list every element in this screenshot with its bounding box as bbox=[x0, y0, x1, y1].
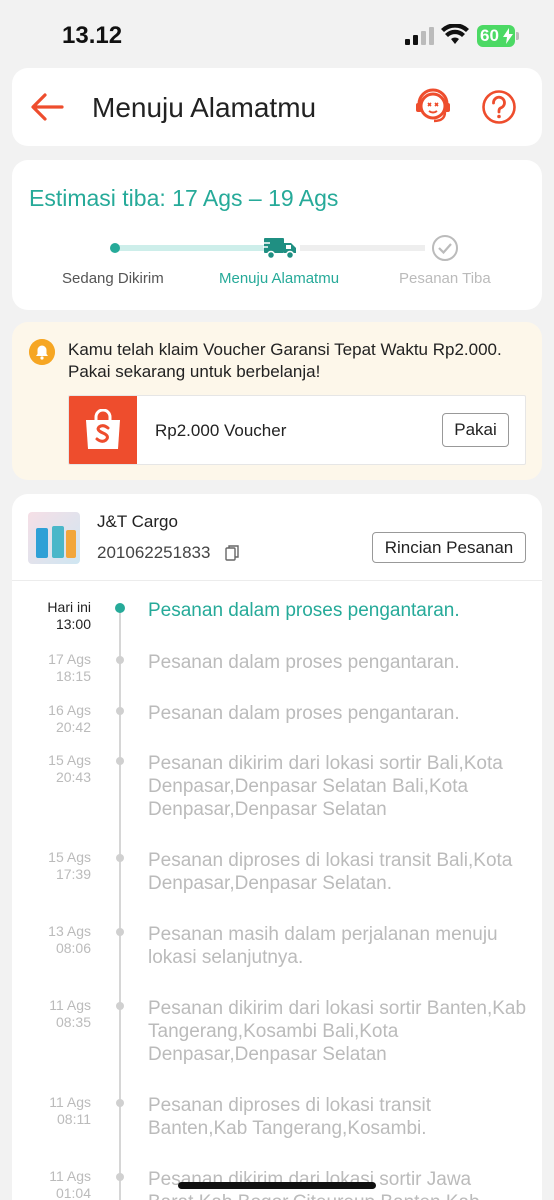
event-description: Pesanan diproses di lokasi transit Bante… bbox=[148, 1095, 432, 1139]
event-date: 11 Ags 08:35 bbox=[49, 997, 91, 1030]
event-description: Pesanan dalam proses pengantaran. bbox=[148, 652, 460, 673]
event-date: 17 Ags 18:15 bbox=[48, 651, 91, 684]
help-icon[interactable] bbox=[481, 89, 517, 125]
status-bar: 13.12 60 bbox=[0, 0, 554, 64]
event-dot bbox=[116, 1099, 124, 1107]
home-indicator[interactable] bbox=[178, 1182, 376, 1189]
event-date: 15 Ags 17:39 bbox=[48, 849, 91, 882]
event-dot bbox=[116, 928, 124, 936]
event-dot bbox=[116, 854, 124, 862]
voucher-ticket: Rp2.000 Voucher Pakai bbox=[68, 395, 526, 465]
step-label-shipped: Sedang Dikirim bbox=[62, 270, 164, 287]
event-date: 15 Ags 20:43 bbox=[48, 752, 91, 785]
arrival-check-icon bbox=[432, 235, 458, 261]
page-title: Menuju Alamatmu bbox=[92, 92, 317, 123]
step-label-arrived: Pesanan Tiba bbox=[399, 270, 491, 287]
cellular-signal-icon bbox=[405, 27, 435, 45]
customer-service-icon[interactable] bbox=[414, 88, 452, 126]
courier-name: J&T Cargo bbox=[97, 512, 178, 531]
event-dot bbox=[116, 1173, 124, 1181]
battery-icon: 60 bbox=[477, 25, 519, 47]
event-dot bbox=[116, 707, 124, 715]
status-time: 13.12 bbox=[62, 22, 123, 49]
progress-dot bbox=[110, 243, 120, 253]
voucher-message: Kamu telah klaim Voucher Garansi Tepat W… bbox=[68, 340, 502, 381]
progress-line-done bbox=[115, 245, 265, 251]
event-dot bbox=[116, 656, 124, 664]
tracking-number: 201062251833 bbox=[97, 543, 211, 562]
timeline-line bbox=[119, 606, 121, 1200]
back-arrow-icon[interactable] bbox=[30, 92, 64, 122]
use-voucher-button[interactable]: Pakai bbox=[442, 413, 509, 447]
voucher-card: Kamu telah klaim Voucher Garansi Tepat W… bbox=[12, 322, 542, 480]
truck-icon bbox=[263, 238, 296, 260]
event-date: 13 Ags 08:06 bbox=[48, 923, 91, 956]
battery-level: 60 bbox=[480, 26, 499, 45]
event-date: 11 Ags 08:11 bbox=[49, 1094, 91, 1127]
event-date: 11 Ags 01:04 bbox=[49, 1168, 91, 1200]
tracking-card: J&T Cargo 201062251833 Rincian Pesanan H… bbox=[12, 494, 542, 1200]
event-date: Hari ini 13:00 bbox=[47, 599, 91, 632]
event-description: Pesanan dalam proses pengantaran. bbox=[148, 600, 460, 621]
divider bbox=[12, 580, 542, 581]
copy-icon[interactable] bbox=[225, 545, 239, 561]
progress-line-pending bbox=[300, 245, 425, 251]
step-label-en-route: Menuju Alamatmu bbox=[219, 270, 340, 287]
eta-text: Estimasi tiba: 17 Ags – 19 Ags bbox=[29, 185, 339, 211]
event-dot bbox=[116, 1002, 124, 1010]
event-description: Pesanan dikirim dari lokasi sortir Bante… bbox=[148, 998, 527, 1065]
voucher-stub bbox=[69, 396, 137, 464]
order-details-button[interactable]: Rincian Pesanan bbox=[372, 532, 526, 563]
event-dot bbox=[116, 757, 124, 765]
eta-card: Estimasi tiba: 17 Ags – 19 Ags Sedang Di… bbox=[12, 160, 542, 310]
event-dot bbox=[115, 603, 125, 613]
event-description: Pesanan diproses di lokasi transit Bali,… bbox=[148, 850, 513, 894]
voucher-name: Rp2.000 Voucher bbox=[155, 421, 287, 440]
event-date: 16 Ags 20:42 bbox=[48, 702, 91, 735]
wifi-icon bbox=[441, 24, 469, 44]
bell-icon bbox=[29, 339, 55, 365]
page-header: Menuju Alamatmu bbox=[12, 68, 542, 146]
charging-icon bbox=[503, 28, 513, 44]
event-description: Pesanan masih dalam perjalanan menuju lo… bbox=[148, 924, 498, 968]
product-thumbnail[interactable] bbox=[28, 512, 80, 564]
event-description: Pesanan dalam proses pengantaran. bbox=[148, 703, 460, 724]
delivery-progress: Sedang Dikirim Menuju Alamatmu Pesanan T… bbox=[12, 232, 542, 292]
shopee-bag-icon bbox=[86, 409, 120, 449]
event-description: Pesanan dikirim dari lokasi sortir Bali,… bbox=[148, 753, 503, 820]
